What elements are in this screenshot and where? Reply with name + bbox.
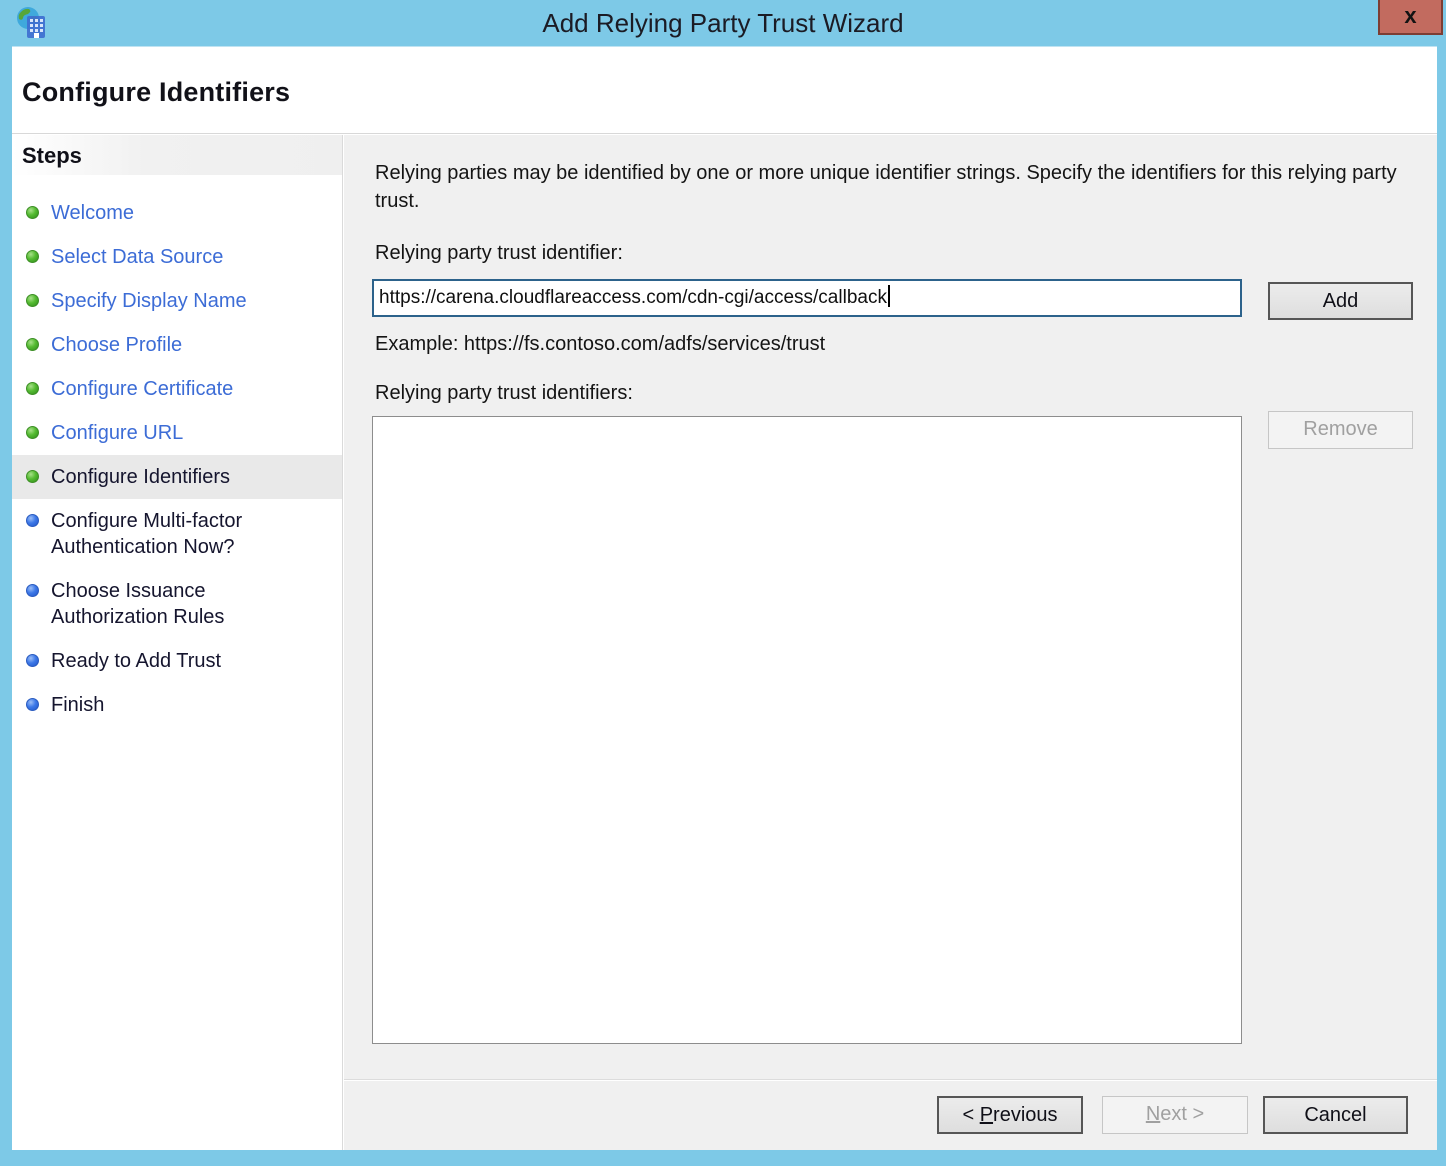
step-choose-issuance-rules: Choose Issuance Authorization Rules [12,569,342,639]
step-done-bullet-icon [26,206,39,219]
step-finish: Finish [12,683,342,727]
step-select-data-source[interactable]: Select Data Source [12,235,342,279]
add-button[interactable]: Add [1268,282,1413,320]
identifier-input-value: https://carena.cloudflareaccess.com/cdn-… [379,287,887,308]
close-button[interactable]: x [1378,0,1443,35]
wizard-window: Add Relying Party Trust Wizard x Configu… [0,0,1446,1166]
steps-title: Steps [12,135,82,169]
step-done-bullet-icon [26,250,39,263]
step-upcoming-bullet-icon [26,698,39,711]
footer-bar: < Previous Next > Cancel [344,1079,1437,1150]
steps-header: Steps [12,135,342,177]
step-upcoming-bullet-icon [26,514,39,527]
step-upcoming-bullet-icon [26,584,39,597]
next-button[interactable]: Next > [1102,1096,1248,1134]
cancel-button[interactable]: Cancel [1263,1096,1408,1134]
page-header: Configure Identifiers [12,46,1437,134]
previous-button[interactable]: < Previous [937,1096,1083,1134]
window-title: Add Relying Party Trust Wizard [0,0,1446,46]
steps-list: Welcome Select Data Source Specify Displ… [12,177,342,727]
identifiers-list-label: Relying party trust identifiers: [375,382,633,405]
page-title: Configure Identifiers [22,77,290,108]
identifier-field-label: Relying party trust identifier: [375,242,623,265]
step-specify-display-name[interactable]: Specify Display Name [12,279,342,323]
identifiers-listbox[interactable] [372,416,1242,1044]
title-bar: Add Relying Party Trust Wizard x [0,0,1446,46]
step-configure-certificate[interactable]: Configure Certificate [12,367,342,411]
steps-sidebar: Steps Welcome Select Data Source Specify… [12,135,343,1150]
window-body: Configure Identifiers Steps Welcome Sele… [12,46,1437,1150]
step-done-bullet-icon [26,470,39,483]
step-done-bullet-icon [26,338,39,351]
intro-text: Relying parties may be identified by one… [375,159,1415,215]
step-welcome[interactable]: Welcome [12,191,342,235]
remove-button[interactable]: Remove [1268,411,1413,449]
step-upcoming-bullet-icon [26,654,39,667]
text-cursor [888,285,890,307]
identifier-input[interactable]: https://carena.cloudflareaccess.com/cdn-… [372,279,1242,317]
main-panel: Relying parties may be identified by one… [344,135,1437,1079]
step-done-bullet-icon [26,294,39,307]
step-done-bullet-icon [26,426,39,439]
step-ready-to-add-trust: Ready to Add Trust [12,639,342,683]
step-choose-profile[interactable]: Choose Profile [12,323,342,367]
step-configure-multifactor: Configure Multi-factor Authentication No… [12,499,342,569]
step-configure-identifiers-current[interactable]: Configure Identifiers [12,455,342,499]
step-configure-url[interactable]: Configure URL [12,411,342,455]
step-done-bullet-icon [26,382,39,395]
example-text: Example: https://fs.contoso.com/adfs/ser… [375,333,825,356]
